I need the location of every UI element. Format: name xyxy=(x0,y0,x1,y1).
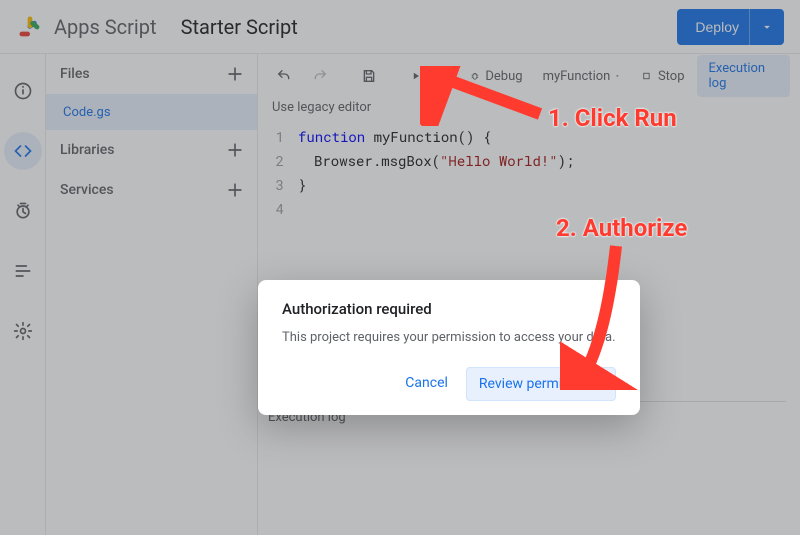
authorization-dialog: Authorization required This project requ… xyxy=(258,280,640,415)
dialog-body: This project requires your permission to… xyxy=(282,330,616,345)
dialog-title: Authorization required xyxy=(282,300,616,318)
modal-scrim[interactable] xyxy=(0,0,800,535)
review-permissions-button[interactable]: Review permissions xyxy=(466,367,616,401)
cancel-button[interactable]: Cancel xyxy=(395,367,458,401)
